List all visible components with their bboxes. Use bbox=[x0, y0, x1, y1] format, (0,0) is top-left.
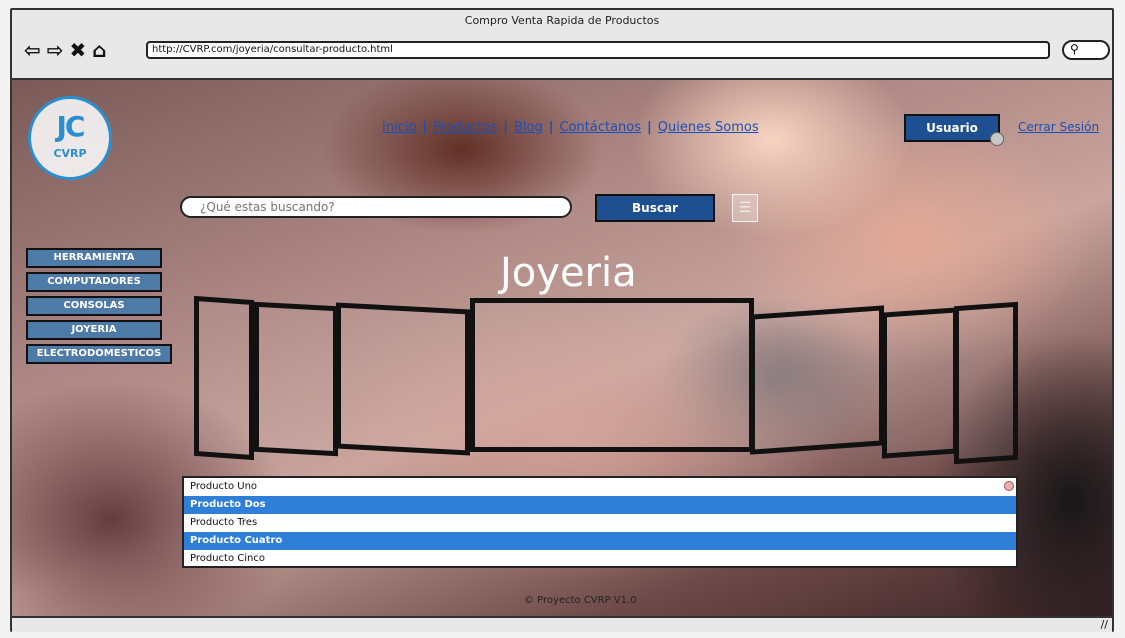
product-list[interactable]: Producto Uno Producto Dos Producto Tres … bbox=[182, 476, 1018, 568]
nav-buttons: ⇦ ⇨ ✖ ⌂ bbox=[24, 38, 107, 62]
search-icon: ⚲ bbox=[1070, 42, 1079, 56]
sidebar-item-joyeria[interactable]: JOYERIA bbox=[26, 320, 162, 340]
sidebar-item-herramienta[interactable]: HERRAMIENTA bbox=[26, 248, 162, 268]
nav-separator: | bbox=[647, 120, 652, 135]
window-title: Compro Venta Rapida de Productos bbox=[464, 14, 660, 27]
list-item[interactable]: Producto Cinco bbox=[184, 550, 1016, 568]
sidebar-item-computadores[interactable]: COMPUTADORES bbox=[26, 272, 162, 292]
url-bar[interactable]: http://CVRP.com/joyeria/consultar-produc… bbox=[146, 41, 1050, 59]
search-input[interactable] bbox=[180, 196, 572, 218]
user-avatar-icon bbox=[990, 132, 1004, 146]
carousel-slide-active[interactable] bbox=[470, 298, 754, 452]
home-icon[interactable]: ⌂ bbox=[92, 38, 106, 62]
nav-link-contactanos[interactable]: Contáctanos bbox=[560, 120, 642, 135]
forward-icon[interactable]: ⇨ bbox=[47, 38, 64, 62]
top-navigation: Inicio | Productos | Blog | Contáctanos … bbox=[382, 120, 759, 135]
list-item[interactable]: Producto Cuatro bbox=[184, 532, 1016, 550]
list-item[interactable]: Producto Uno bbox=[184, 478, 1016, 496]
product-carousel[interactable] bbox=[172, 290, 1022, 470]
logout-link[interactable]: Cerrar Sesión bbox=[1018, 120, 1099, 134]
carousel-slide[interactable] bbox=[954, 301, 1018, 465]
nav-separator: | bbox=[548, 120, 554, 135]
nav-link-inicio[interactable]: Inicio bbox=[382, 120, 416, 135]
sidebar-item-consolas[interactable]: CONSOLAS bbox=[26, 296, 162, 316]
user-button[interactable]: Usuario bbox=[904, 114, 1000, 142]
list-item[interactable]: Producto Tres bbox=[184, 514, 1016, 532]
nav-link-productos[interactable]: Productos bbox=[433, 120, 497, 135]
carousel-slide[interactable] bbox=[194, 295, 254, 461]
nav-separator: | bbox=[503, 120, 508, 135]
browser-toolbar: ⇦ ⇨ ✖ ⌂ http://CVRP.com/joyeria/consulta… bbox=[12, 34, 1112, 80]
carousel-slide[interactable] bbox=[750, 305, 884, 455]
scroll-indicator-icon[interactable] bbox=[1004, 481, 1014, 491]
status-bar: // bbox=[12, 616, 1112, 632]
category-sidebar: HERRAMIENTA COMPUTADORES CONSOLAS JOYERI… bbox=[26, 248, 172, 364]
nav-separator: | bbox=[422, 120, 428, 135]
page-viewport: JC CVRP Inicio | Productos | Blog | Cont… bbox=[12, 80, 1112, 616]
resize-handle-icon[interactable]: // bbox=[1101, 618, 1108, 631]
nav-link-quienes-somos[interactable]: Quienes Somos bbox=[658, 120, 759, 135]
logo-mark: JC bbox=[56, 110, 86, 143]
footer-text: © Proyecto CVRP V1.0 bbox=[524, 595, 637, 606]
site-logo[interactable]: JC CVRP bbox=[28, 96, 112, 180]
browser-search-pill[interactable]: ⚲ bbox=[1062, 40, 1110, 60]
carousel-slide[interactable] bbox=[254, 301, 338, 457]
back-icon[interactable]: ⇦ bbox=[24, 38, 41, 62]
close-icon[interactable]: ✖ bbox=[70, 38, 87, 62]
carousel-slide[interactable] bbox=[882, 307, 958, 459]
nav-link-blog[interactable]: Blog bbox=[514, 120, 543, 135]
carousel-slide[interactable] bbox=[336, 302, 470, 456]
logo-text: CVRP bbox=[53, 147, 87, 160]
list-item[interactable]: Producto Dos bbox=[184, 496, 1016, 514]
sidebar-item-electrodomesticos[interactable]: ELECTRODOMESTICOS bbox=[26, 344, 172, 364]
search-button[interactable]: Buscar bbox=[595, 194, 715, 222]
browser-window: Compro Venta Rapida de Productos ⇦ ⇨ ✖ ⌂… bbox=[10, 8, 1114, 632]
filter-icon[interactable]: ☰ bbox=[732, 194, 758, 222]
